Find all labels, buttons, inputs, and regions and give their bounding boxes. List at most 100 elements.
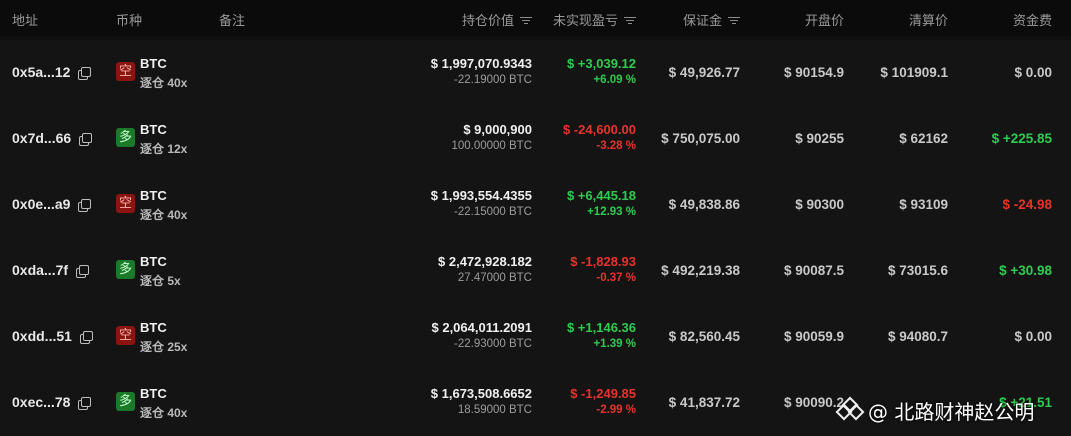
side-badge: 空 — [116, 326, 135, 345]
open-price: $ 90059.9 — [783, 329, 844, 344]
position-value: $ 9,000,900 — [463, 122, 532, 137]
address-text[interactable]: 0xec...78 — [12, 394, 70, 410]
watermark-text: @ 北路财神赵公明 — [868, 399, 1035, 424]
unrealized-pnl: $ +1,146.36 — [566, 320, 636, 335]
header-unrealized-pnl: 未实现盈亏 — [552, 13, 618, 28]
side-badge: 多 — [116, 128, 135, 147]
diamond-logo-icon — [835, 396, 865, 421]
position-value: $ 2,064,011.2091 — [431, 320, 533, 335]
liquidation-price: $ 73015.6 — [887, 263, 948, 278]
liquidation-price: $ 101909.1 — [880, 65, 948, 80]
address-text[interactable]: 0x0e...a9 — [12, 196, 70, 212]
funding-fee: $ +30.98 — [999, 263, 1052, 278]
unrealized-pnl-percent: -2.99 % — [596, 404, 636, 416]
position-value: $ 2,472,928.182 — [438, 254, 532, 269]
margin-value: $ 82,560.45 — [668, 329, 740, 344]
copy-icon[interactable] — [78, 67, 92, 80]
coin-symbol: BTC — [140, 188, 167, 203]
liquidation-price: $ 93109 — [899, 197, 948, 212]
header-funding: 资金费 — [1012, 13, 1052, 28]
table-row[interactable]: 0x7d...66 多 BTC 逐仓 12x $ 9,000,900 100.0… — [0, 106, 1071, 172]
copy-icon[interactable] — [79, 133, 93, 146]
header-note: 备注 — [219, 13, 246, 28]
open-price: $ 90090.2 — [783, 395, 844, 410]
table-row[interactable]: 0x0e...a9 空 BTC 逐仓 40x $ 1,993,554.4355 … — [0, 172, 1071, 238]
header-margin-sort[interactable]: 保证金 — [683, 10, 740, 29]
table-row[interactable]: 0xdd...51 空 BTC 逐仓 25x $ 2,064,011.2091 … — [0, 304, 1071, 370]
address-text[interactable]: 0xdd...51 — [12, 328, 72, 344]
open-price: $ 90255 — [795, 131, 844, 146]
leverage-label: 逐仓 25x — [140, 340, 188, 354]
unrealized-pnl-percent: -0.37 % — [596, 272, 636, 284]
address-cell[interactable]: 0x0e...a9 — [12, 196, 92, 212]
table-row[interactable]: 0xda...7f 多 BTC 逐仓 5x $ 2,472,928.182 27… — [0, 238, 1071, 304]
open-price: $ 90087.5 — [783, 263, 844, 278]
address-cell[interactable]: 0x5a...12 — [12, 64, 92, 80]
sort-icon[interactable] — [520, 16, 532, 25]
leverage-label: 逐仓 40x — [140, 406, 188, 420]
funding-fee: $ 0.00 — [1014, 65, 1052, 80]
leverage-label: 逐仓 12x — [140, 142, 188, 156]
table-row[interactable]: 0x5a...12 空 BTC 逐仓 40x $ 1,997,070.9343 … — [0, 40, 1071, 106]
header-open-price: 开盘价 — [804, 13, 844, 28]
open-price: $ 90154.9 — [783, 65, 844, 80]
sort-icon[interactable] — [624, 16, 636, 25]
margin-value: $ 492,219.38 — [661, 263, 740, 278]
leverage-label: 逐仓 40x — [140, 208, 188, 222]
side-badge: 多 — [116, 260, 135, 279]
copy-icon[interactable] — [78, 397, 92, 410]
position-value: $ 1,993,554.4355 — [430, 188, 532, 203]
coin-symbol: BTC — [140, 320, 167, 335]
margin-value: $ 49,926.77 — [668, 65, 740, 80]
header-margin: 保证金 — [682, 13, 722, 28]
copy-icon[interactable] — [76, 265, 90, 278]
address-text[interactable]: 0xda...7f — [12, 262, 68, 278]
unrealized-pnl: $ +6,445.18 — [566, 188, 636, 203]
funding-fee: $ -24.98 — [1002, 197, 1052, 212]
unrealized-pnl-percent: +6.09 % — [593, 74, 636, 86]
liquidation-price: $ 94080.7 — [887, 329, 948, 344]
header-liq-price: 清算价 — [908, 13, 948, 28]
funding-fee: $ 0.00 — [1014, 329, 1052, 344]
position-size: 18.59000 BTC — [457, 404, 532, 416]
side-badge: 多 — [116, 392, 135, 411]
coin-symbol: BTC — [140, 122, 167, 137]
unrealized-pnl-percent: +12.93 % — [587, 206, 636, 218]
unrealized-pnl: $ -1,828.93 — [570, 254, 636, 269]
header-address: 地址 — [12, 13, 39, 28]
margin-value: $ 41,837.72 — [668, 395, 740, 410]
address-cell[interactable]: 0x7d...66 — [12, 130, 93, 146]
address-cell[interactable]: 0xec...78 — [12, 394, 92, 410]
open-price: $ 90300 — [795, 197, 844, 212]
side-badge: 空 — [116, 62, 135, 81]
margin-value: $ 750,075.00 — [661, 131, 740, 146]
header-position-value-sort[interactable]: 持仓价值 — [462, 10, 532, 29]
leverage-label: 逐仓 40x — [140, 76, 188, 90]
header-coin: 币种 — [116, 13, 143, 28]
position-size: 100.00000 BTC — [451, 140, 532, 152]
position-size: -22.93000 BTC — [454, 338, 532, 350]
unrealized-pnl-percent: -3.28 % — [596, 140, 636, 152]
unrealized-pnl-percent: +1.39 % — [593, 338, 636, 350]
coin-symbol: BTC — [140, 386, 167, 401]
side-badge: 空 — [116, 194, 135, 213]
unrealized-pnl: $ +3,039.12 — [566, 56, 636, 71]
leverage-label: 逐仓 5x — [140, 274, 181, 288]
table-header: 地址 币种 备注 持仓价值 未实现盈亏 保证金 开盘价 清算价 资金费 — [0, 0, 1071, 36]
copy-icon[interactable] — [79, 331, 93, 344]
address-text[interactable]: 0x5a...12 — [12, 64, 70, 80]
position-size: 27.47000 BTC — [457, 272, 532, 284]
funding-fee: $ +225.85 — [991, 131, 1052, 146]
unrealized-pnl: $ -1,249.85 — [570, 386, 636, 401]
copy-icon[interactable] — [78, 199, 92, 212]
position-value: $ 1,673,508.6652 — [430, 386, 532, 401]
address-text[interactable]: 0x7d...66 — [12, 130, 71, 146]
address-cell[interactable]: 0xda...7f — [12, 262, 90, 278]
sort-icon[interactable] — [728, 16, 740, 25]
coin-symbol: BTC — [140, 254, 167, 269]
header-position-value: 持仓价值 — [461, 13, 514, 28]
watermark: @ 北路财神赵公明 — [835, 396, 1035, 424]
coin-symbol: BTC — [140, 56, 167, 71]
header-unrealized-pnl-sort[interactable]: 未实现盈亏 — [553, 10, 636, 29]
address-cell[interactable]: 0xdd...51 — [12, 328, 93, 344]
